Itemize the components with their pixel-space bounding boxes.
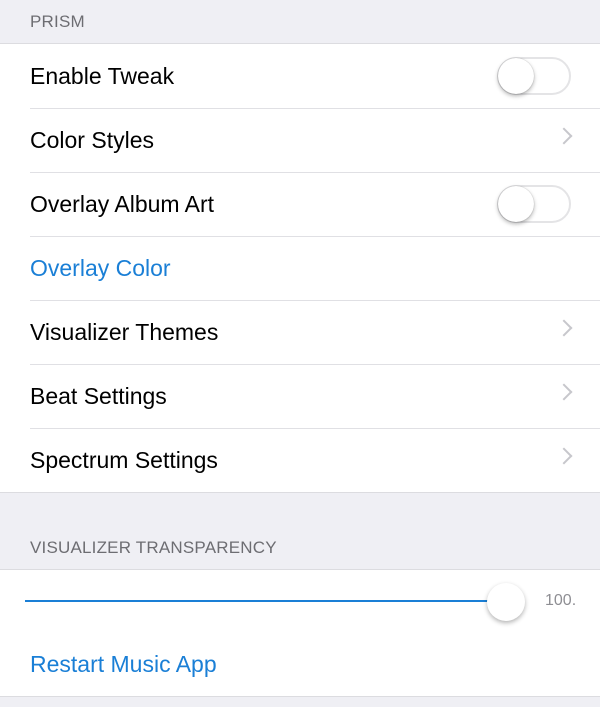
overlay-album-art-toggle[interactable]	[497, 185, 571, 223]
overlay-color-row[interactable]: Overlay Color	[0, 236, 600, 300]
spectrum-settings-row[interactable]: Spectrum Settings	[0, 428, 600, 492]
transparency-slider-track[interactable]	[25, 600, 510, 602]
toggle-knob	[498, 186, 534, 222]
enable-tweak-row: Enable Tweak	[0, 44, 600, 108]
prism-settings-group: Enable Tweak Color Styles Overlay Album …	[0, 43, 600, 493]
enable-tweak-toggle[interactable]	[497, 57, 571, 95]
visualizer-themes-row[interactable]: Visualizer Themes	[0, 300, 600, 364]
color-styles-row[interactable]: Color Styles	[0, 108, 600, 172]
row-label: Overlay Album Art	[30, 190, 215, 217]
transparency-group: 100. Restart Music App	[0, 569, 600, 697]
section-header-transparency: VISUALIZER TRANSPARENCY	[30, 538, 277, 557]
row-label: Spectrum Settings	[30, 446, 218, 473]
row-label: Restart Music App	[30, 651, 217, 677]
restart-music-app-button[interactable]: Restart Music App	[0, 633, 600, 696]
row-label: Enable Tweak	[30, 62, 175, 89]
chevron-right-icon	[555, 127, 573, 145]
section-header-prism: PRISM	[30, 12, 85, 31]
row-label: Overlay Color	[30, 254, 171, 281]
toggle-knob	[498, 58, 534, 94]
overlay-album-art-row: Overlay Album Art	[0, 172, 600, 236]
chevron-right-icon	[555, 447, 573, 465]
beat-settings-row[interactable]: Beat Settings	[0, 364, 600, 428]
transparency-slider-thumb[interactable]	[487, 583, 525, 621]
slider-value: 100.	[545, 592, 577, 609]
row-label: Color Styles	[30, 126, 154, 153]
row-label: Beat Settings	[30, 382, 167, 409]
chevron-right-icon	[555, 319, 573, 337]
transparency-slider-row: 100.	[0, 570, 600, 633]
chevron-right-icon	[555, 383, 573, 401]
row-label: Visualizer Themes	[30, 318, 219, 345]
